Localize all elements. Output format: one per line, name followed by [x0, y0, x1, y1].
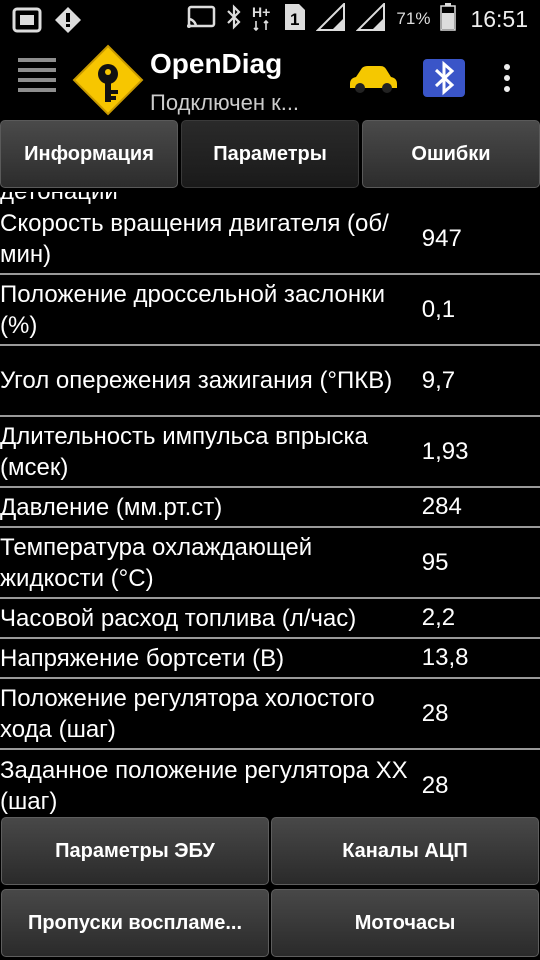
- parameter-name: Заданное положение регулятора XX (шаг): [0, 756, 408, 815]
- screenshot-icon: [12, 7, 42, 38]
- parameter-name: Температура охлаждающей жидкости (°C): [0, 533, 313, 592]
- clock: 16:51: [470, 5, 528, 32]
- parameter-name: Положение регулятора холостого хода (шаг…: [0, 684, 375, 743]
- sim-1-icon: 1: [284, 3, 306, 36]
- parameter-value: 0,1: [421, 295, 456, 323]
- app-bar: OpenDiag Подключен к...: [0, 38, 540, 120]
- parameter-value: 13,8: [421, 644, 469, 671]
- parameter-list[interactable]: детонации Скорость вращения двигателя (о…: [0, 192, 540, 816]
- app-title: OpenDiag: [150, 48, 283, 79]
- car-icon[interactable]: [346, 64, 400, 94]
- cast-icon: [186, 5, 216, 34]
- ecu-parameters-button[interactable]: Параметры ЭБУ: [1, 817, 269, 885]
- h-plus-icon: H+: [252, 3, 274, 36]
- parameter-value: 947: [421, 224, 462, 252]
- parameter-value: 1,93: [421, 437, 469, 465]
- signal-2-icon: [355, 1, 386, 36]
- list-item[interactable]: Положение регулятора холостого хода (шаг…: [0, 679, 540, 750]
- bluetooth-icon: [226, 3, 242, 35]
- list-item[interactable]: Заданное положение регулятора XX (шаг) 2…: [0, 750, 540, 816]
- parameter-value: 9,7: [421, 366, 456, 394]
- warning-diamond-icon: [54, 6, 82, 39]
- parameter-name: Положение дроссельной заслонки (%): [0, 280, 386, 339]
- bottom-button-grid: Параметры ЭБУ Каналы АЦП Пропуски воспла…: [0, 816, 540, 960]
- parameter-value: 2,2: [421, 604, 456, 631]
- parameter-value: 28: [421, 771, 449, 799]
- list-item[interactable]: Угол опережения зажигания (°ПКВ) 9,7: [0, 346, 540, 417]
- parameter-name: Скорость вращения двигателя (об/мин): [0, 209, 389, 268]
- parameter-value: 28: [421, 699, 449, 727]
- parameter-name: Часовой расход топлива (л/час): [0, 604, 357, 632]
- parameter-name: Давление (мм.рт.ст): [0, 493, 223, 521]
- list-item[interactable]: Давление (мм.рт.ст) 284: [0, 488, 540, 528]
- tab-parameters[interactable]: Параметры: [181, 120, 359, 188]
- parameter-name: Напряжение бортсети (В): [0, 644, 285, 672]
- app-logo-icon[interactable]: [72, 44, 144, 116]
- status-bar: H+ 1 71% 16:51: [0, 0, 540, 38]
- tab-errors[interactable]: Ошибки: [362, 120, 540, 188]
- battery-percent: 71%: [396, 9, 431, 28]
- parameter-value: 95: [421, 548, 449, 576]
- tab-information[interactable]: Информация: [0, 120, 178, 188]
- menu-icon[interactable]: [18, 58, 56, 98]
- list-item[interactable]: Часовой расход топлива (л/час) 2,2: [0, 599, 540, 639]
- list-item[interactable]: Напряжение бортсети (В) 13,8: [0, 639, 540, 679]
- svg-text:H+: H+: [252, 4, 270, 20]
- tab-bar: Информация Параметры Ошибки: [0, 120, 540, 192]
- parameter-name: Угол опережения зажигания (°ПКВ): [0, 367, 393, 394]
- parameter-name: Длительность импульса впрыска (мсек): [0, 422, 368, 481]
- engine-hours-button[interactable]: Моточасы: [271, 889, 539, 957]
- overflow-menu-icon[interactable]: [500, 64, 514, 100]
- list-item[interactable]: Температура охлаждающей жидкости (°C) 95: [0, 528, 540, 599]
- battery-icon: [440, 2, 457, 36]
- svg-text:1: 1: [290, 10, 299, 29]
- connection-status: Подключен к...: [150, 90, 300, 115]
- list-item[interactable]: Длительность импульса впрыска (мсек) 1,9…: [0, 417, 540, 488]
- list-item[interactable]: Скорость вращения двигателя (об/мин) 947: [0, 204, 540, 275]
- misfires-button[interactable]: Пропуски воспламе...: [1, 889, 269, 957]
- parameter-value: 284: [421, 493, 462, 520]
- signal-1-icon: [315, 1, 346, 36]
- adc-channels-button[interactable]: Каналы АЦП: [271, 817, 539, 885]
- bluetooth-device-icon[interactable]: [422, 58, 466, 98]
- list-item[interactable]: Положение дроссельной заслонки (%) 0,1: [0, 275, 540, 346]
